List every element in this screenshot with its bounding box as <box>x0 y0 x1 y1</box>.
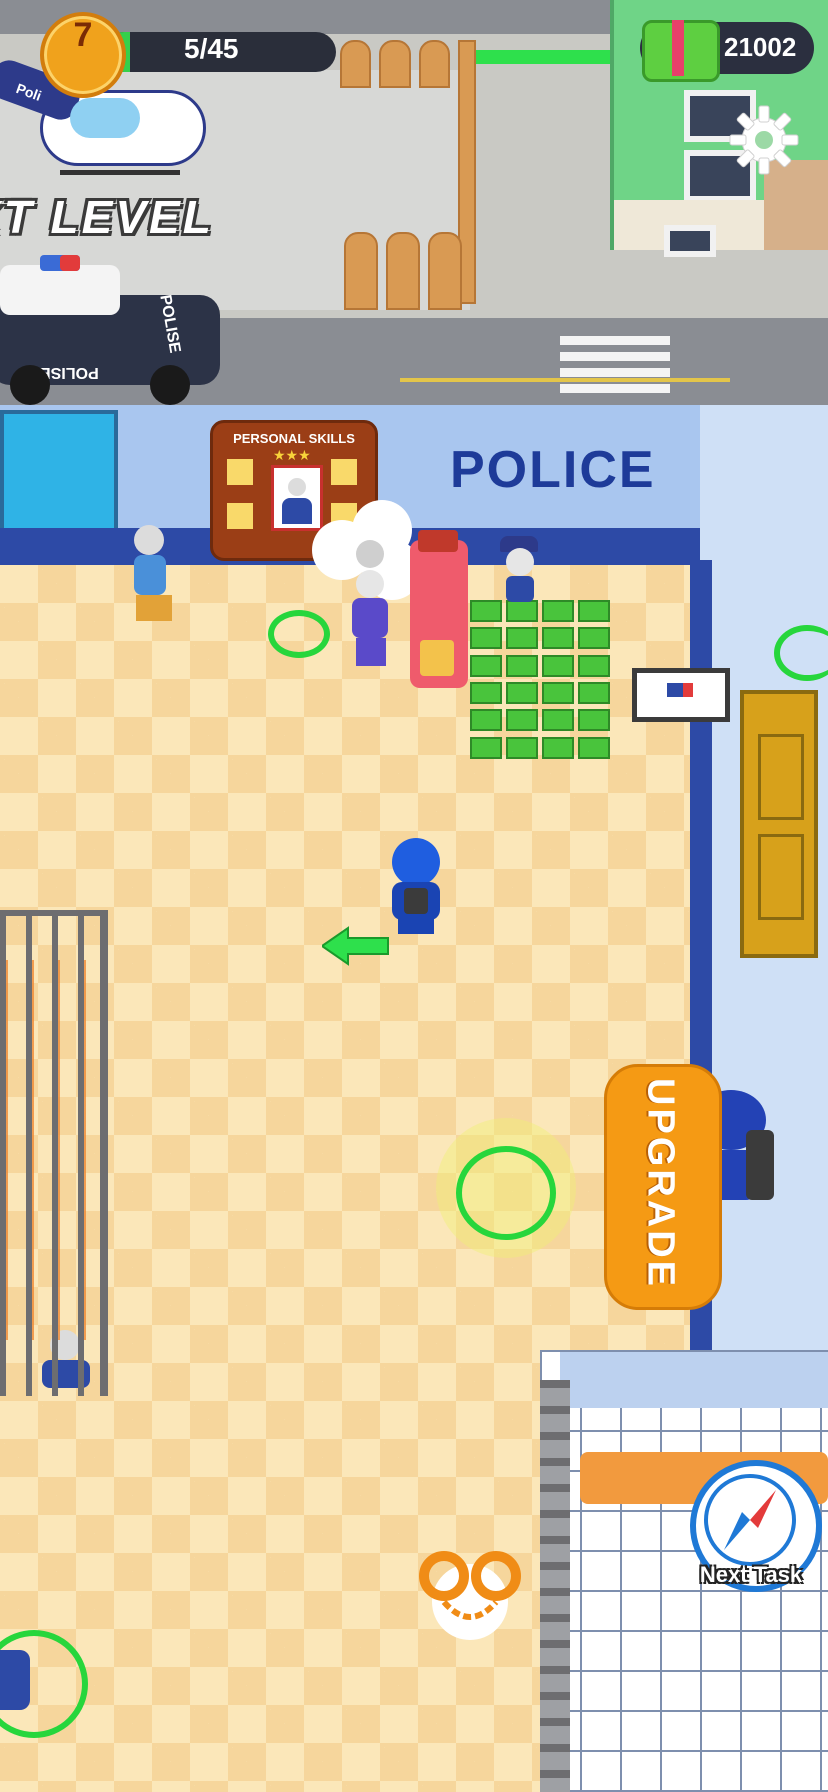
arrow-left-icon <box>320 926 392 966</box>
jail-cell-bars <box>0 910 108 1396</box>
cashier-officer <box>500 536 540 606</box>
tiled-room-bars <box>540 1380 570 1792</box>
level-progress-text: 5/45 <box>184 33 239 64</box>
upgrade-ring[interactable] <box>456 1146 556 1240</box>
upgrade-label: UPGRADE <box>639 1078 682 1290</box>
crosswalk <box>560 336 670 406</box>
cash-band <box>672 20 684 76</box>
next-level-sign: XT LEVEL <box>0 191 214 243</box>
player-character <box>388 838 444 938</box>
cash-stack <box>470 600 610 760</box>
customer-character <box>346 540 396 670</box>
office-door <box>740 690 818 958</box>
fence-bottom <box>344 232 470 310</box>
fence-top <box>340 40 450 88</box>
police-car: POLISE POLISE <box>0 255 230 405</box>
compass-icon <box>696 1466 804 1574</box>
money-amount: 21002 <box>724 32 797 62</box>
cash-counter <box>410 530 468 688</box>
skills-board-label: PERSONAL SKILLS <box>233 431 355 446</box>
handcuffs-icon[interactable] <box>412 1542 528 1642</box>
prisoner-character <box>130 525 180 625</box>
police-sign: POLICE <box>450 441 656 499</box>
patrol-character <box>0 1630 90 1740</box>
next-task-label: Next Task <box>699 1562 803 1587</box>
interaction-ring-left[interactable] <box>268 610 330 658</box>
tiled-room-wall <box>560 1352 828 1408</box>
gear-icon[interactable] <box>728 104 800 176</box>
police-badge-icon: 7 <box>40 12 126 98</box>
wall-monitor <box>632 668 730 722</box>
stars-icon: ★★★ <box>273 447 311 463</box>
level-number: 7 <box>73 16 93 54</box>
